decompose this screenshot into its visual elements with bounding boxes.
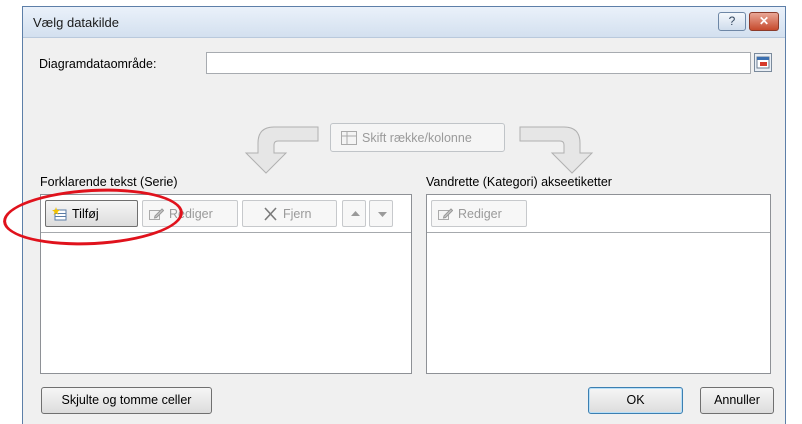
- dialog-title: Vælg datakilde: [33, 15, 119, 30]
- collapse-dialog-button[interactable]: [754, 53, 772, 72]
- chart-data-range-input[interactable]: [206, 52, 751, 74]
- curved-arrow-right-icon: [519, 126, 594, 174]
- switch-row-column-label: Skift række/kolonne: [362, 131, 472, 145]
- series-panel-title: Forklarende tekst (Serie): [40, 175, 178, 189]
- edit-category-button[interactable]: Rediger: [431, 200, 527, 227]
- hidden-empty-cells-label: Skjulte og tomme celler: [61, 393, 192, 407]
- ok-button[interactable]: OK: [588, 387, 683, 414]
- cancel-label: Annuller: [714, 393, 760, 407]
- remove-x-icon: [264, 207, 277, 221]
- move-down-button[interactable]: [369, 200, 393, 227]
- category-panel: Rediger: [426, 194, 771, 374]
- cancel-button[interactable]: Annuller: [700, 387, 774, 414]
- close-button[interactable]: ✕: [749, 12, 779, 31]
- collapse-dialog-icon: [756, 56, 770, 69]
- help-button[interactable]: ?: [718, 12, 746, 31]
- help-icon: ?: [728, 14, 736, 28]
- chart-data-range-label: Diagramdataområde:: [39, 57, 157, 71]
- hidden-empty-cells-button[interactable]: Skjulte og tomme celler: [41, 387, 212, 414]
- move-up-button[interactable]: [342, 200, 366, 227]
- edit-icon: [438, 208, 453, 220]
- edit-category-label: Rediger: [458, 207, 502, 221]
- move-up-icon: [351, 211, 360, 216]
- title-bar: Vælg datakilde ? ✕: [23, 7, 785, 38]
- category-toolbar: Rediger: [427, 195, 770, 233]
- category-panel-title: Vandrette (Kategori) akseetiketter: [426, 175, 612, 189]
- switch-row-column-button[interactable]: Skift række/kolonne: [330, 123, 505, 152]
- remove-series-button[interactable]: Fjern: [242, 200, 337, 227]
- curved-arrow-left-icon: [244, 126, 319, 174]
- series-list[interactable]: [41, 233, 411, 373]
- remove-series-label: Fjern: [283, 207, 312, 221]
- close-icon: ✕: [758, 14, 770, 28]
- move-down-icon: [378, 212, 387, 217]
- ok-label: OK: [626, 393, 645, 407]
- category-list[interactable]: [427, 233, 770, 373]
- switch-table-icon: [341, 131, 357, 145]
